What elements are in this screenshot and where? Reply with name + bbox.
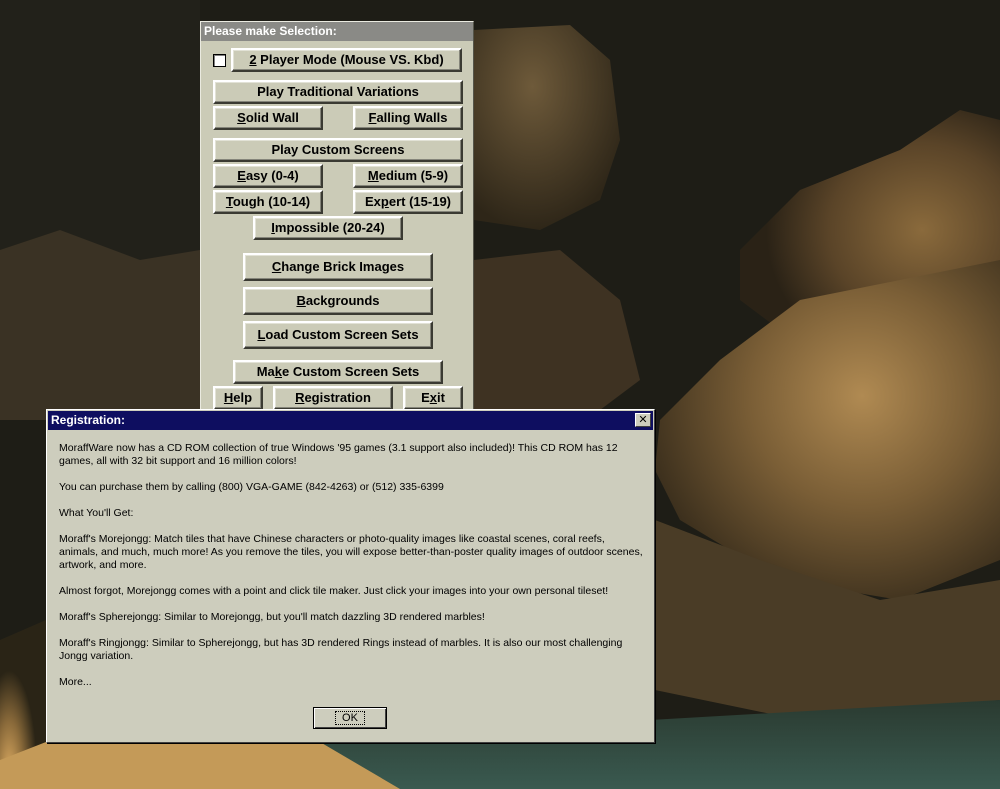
message-paragraph: Moraff's Ringjongg: Similar to Spherejon… bbox=[59, 637, 623, 662]
easy-button[interactable]: Easy (0-4) bbox=[213, 164, 323, 188]
registration-dialog-title-bar[interactable]: Registration: ✕ bbox=[48, 411, 653, 430]
message-paragraph: More... bbox=[59, 676, 92, 688]
help-button[interactable]: Help bbox=[213, 386, 263, 410]
play-traditional-variations-button[interactable]: Play Traditional Variations bbox=[213, 80, 463, 104]
registration-dialog: Registration: ✕ MoraffWare now has a CD … bbox=[46, 409, 655, 743]
message-paragraph: Almost forgot, Morejongg comes with a po… bbox=[59, 585, 609, 597]
selection-panel-title: Please make Selection: bbox=[201, 22, 473, 41]
message-paragraph: MoraffWare now has a CD ROM collection o… bbox=[59, 442, 618, 467]
load-custom-screen-sets-button[interactable]: Load Custom Screen Sets bbox=[243, 321, 433, 349]
solid-wall-button[interactable]: Solid Wall bbox=[213, 106, 323, 130]
selection-panel: Please make Selection: 2 Player Mode (Mo… bbox=[200, 21, 474, 413]
expert-button[interactable]: Expert (15-19) bbox=[353, 190, 463, 214]
impossible-button[interactable]: Impossible (20-24) bbox=[253, 216, 403, 240]
ok-button-label: OK bbox=[335, 711, 365, 725]
tough-button[interactable]: Tough (10-14) bbox=[213, 190, 323, 214]
two-player-checkbox[interactable] bbox=[213, 54, 226, 67]
change-brick-images-button[interactable]: Change Brick Images bbox=[243, 253, 433, 281]
registration-dialog-title: Registration: bbox=[51, 413, 126, 427]
registration-message: MoraffWare now has a CD ROM collection o… bbox=[59, 442, 644, 702]
message-paragraph: You can purchase them by calling (800) V… bbox=[59, 481, 444, 493]
message-paragraph: Moraff's Morejongg: Match tiles that hav… bbox=[59, 533, 643, 571]
message-paragraph: What You'll Get: bbox=[59, 507, 134, 519]
falling-walls-button[interactable]: Falling Walls bbox=[353, 106, 463, 130]
make-custom-screen-sets-button[interactable]: Make Custom Screen Sets bbox=[233, 360, 443, 384]
message-paragraph: Moraff's Spherejongg: Similar to Morejon… bbox=[59, 611, 485, 623]
two-player-mode-button[interactable]: 2 Player Mode (Mouse VS. Kbd) bbox=[231, 48, 462, 72]
play-custom-screens-button[interactable]: Play Custom Screens bbox=[213, 138, 463, 162]
ok-button[interactable]: OK bbox=[313, 707, 387, 729]
backgrounds-button[interactable]: Backgrounds bbox=[243, 287, 433, 315]
medium-button[interactable]: Medium (5-9) bbox=[353, 164, 463, 188]
close-icon[interactable]: ✕ bbox=[635, 413, 651, 427]
exit-button[interactable]: Exit bbox=[403, 386, 463, 410]
registration-button[interactable]: Registration bbox=[273, 386, 393, 410]
